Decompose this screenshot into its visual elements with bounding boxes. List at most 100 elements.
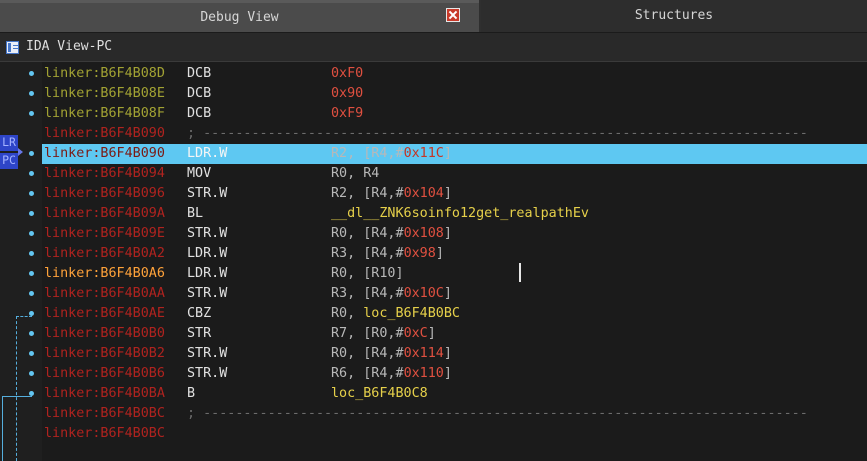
disasm-line[interactable]: linker:B6F4B08D DCB 0xF0 bbox=[0, 64, 867, 84]
tab-structures[interactable]: Structures bbox=[481, 0, 867, 32]
separator-comment: ; --------------------------------------… bbox=[187, 126, 808, 141]
breakpoint-dot-icon[interactable] bbox=[29, 351, 34, 356]
instruction-mnemonic: B bbox=[187, 386, 196, 401]
instruction-mnemonic: STR bbox=[187, 326, 212, 341]
operand-symbol[interactable]: loc_B6F4B0BC bbox=[363, 306, 460, 321]
line-address: linker:B6F4B0BC bbox=[44, 426, 165, 441]
line-address: linker:B6F4B096 bbox=[44, 186, 165, 201]
instruction-mnemonic: LDR.W bbox=[187, 266, 228, 281]
breakpoint-dot-icon[interactable] bbox=[29, 311, 34, 316]
line-address: linker:B6F4B090 bbox=[44, 126, 165, 141]
breakpoint-dot-icon[interactable] bbox=[29, 271, 34, 276]
ida-view-icon bbox=[6, 41, 19, 54]
breakpoint-dot-icon[interactable] bbox=[29, 151, 34, 156]
operand-text: R7, [R0,# bbox=[331, 326, 404, 341]
instruction-mnemonic: MOV bbox=[187, 166, 212, 181]
breakpoint-dot-icon[interactable] bbox=[29, 391, 34, 396]
operand-symbol[interactable]: __dl__ZNK6soinfo12get_realpathEv bbox=[331, 206, 589, 221]
disasm-line[interactable]: linker:B6F4B0B0 STR R7, [R0,#0xC] bbox=[0, 324, 867, 344]
close-icon[interactable] bbox=[446, 8, 460, 22]
tab-debug-view[interactable]: Debug View bbox=[0, 0, 479, 32]
instruction-mnemonic: CBZ bbox=[187, 306, 212, 321]
disasm-line[interactable]: linker:B6F4B0AE CBZ R0, loc_B6F4B0BC bbox=[0, 304, 867, 324]
operand-text: R0, bbox=[331, 306, 364, 321]
operand-text: R3, [R4,# bbox=[331, 246, 404, 261]
disasm-line[interactable]: linker:B6F4B090 ; -----------------------… bbox=[0, 124, 867, 144]
disasm-line[interactable]: linker:B6F4B0AA STR.W R3, [R4,#0x10C] bbox=[0, 284, 867, 304]
disasm-line[interactable]: linker:B6F4B08F DCB 0xF9 bbox=[0, 104, 867, 124]
disasm-line[interactable]: linker:B6F4B0BA Bloc_B6F4B0C8 bbox=[0, 384, 867, 404]
operand-immediate: 0x98 bbox=[403, 246, 436, 261]
line-address: linker:B6F4B0B6 bbox=[44, 366, 165, 381]
instruction-operands: R3, [R4,#0x10C] bbox=[331, 284, 452, 304]
operand-text: R2, [R4,# bbox=[331, 146, 404, 161]
instruction-operands: R2, [R4,#0x11C] bbox=[331, 144, 452, 164]
operand-text: ] bbox=[443, 226, 452, 241]
instruction-mnemonic: STR.W bbox=[187, 226, 228, 241]
operand-symbol[interactable]: loc_B6F4B0C8 bbox=[331, 386, 428, 401]
breakpoint-dot-icon[interactable] bbox=[29, 371, 34, 376]
breakpoint-dot-icon[interactable] bbox=[29, 331, 34, 336]
line-address: linker:B6F4B0BC bbox=[44, 406, 165, 421]
line-address: linker:B6F4B0B0 bbox=[44, 326, 165, 341]
breakpoint-dot-icon[interactable] bbox=[29, 171, 34, 176]
disasm-line[interactable]: linker:B6F4B090 LDR.W R2, [R4,#0x11C] bbox=[0, 144, 867, 164]
operand-text: R2, [R4,# bbox=[331, 186, 404, 201]
operand-immediate: 0x11C bbox=[403, 146, 444, 161]
breakpoint-dot-icon[interactable] bbox=[29, 111, 34, 116]
instruction-mnemonic: STR.W bbox=[187, 366, 228, 381]
breakpoint-dot-icon[interactable] bbox=[29, 71, 34, 76]
disasm-line[interactable]: linker:B6F4B0BC ; -----------------------… bbox=[0, 404, 867, 424]
instruction-mnemonic: STR.W bbox=[187, 346, 228, 361]
instruction-operands: R6, [R4,#0x110] bbox=[331, 364, 452, 384]
operand-immediate: 0xC bbox=[403, 326, 428, 341]
disassembly-view[interactable]: LR PC linker:B6F4B08D DCB 0xF0 linker:B6F4B… bbox=[0, 62, 867, 461]
line-address: linker:B6F4B09E bbox=[44, 226, 165, 241]
disasm-line[interactable]: linker:B6F4B0B6 STR.W R6, [R4,#0x110] bbox=[0, 364, 867, 384]
instruction-mnemonic: LDR.W bbox=[187, 146, 228, 161]
operand-text: ] bbox=[427, 326, 436, 341]
line-address: linker:B6F4B094 bbox=[44, 166, 165, 181]
operand-text: R6, [R4,# bbox=[331, 366, 404, 381]
line-address: linker:B6F4B0A2 bbox=[44, 246, 165, 261]
disasm-line[interactable]: linker:B6F4B09A BL __dl__ZNK6soinfo12get_r… bbox=[0, 204, 867, 224]
operand-text: ] bbox=[443, 146, 452, 161]
disasm-line[interactable]: linker:B6F4B0A2 LDR.W R3, [R4,#0x98] bbox=[0, 244, 867, 264]
instruction-operands: __dl__ZNK6soinfo12get_realpathEv bbox=[331, 204, 589, 224]
operand-text: ] bbox=[443, 286, 452, 301]
operand-text: R0, [R10] bbox=[331, 266, 404, 281]
disasm-line[interactable]: linker:B6F4B0BC bbox=[0, 424, 867, 444]
instruction-operands: 0xF0 bbox=[331, 64, 363, 84]
disasm-line[interactable]: linker:B6F4B08E DCB 0x90 bbox=[0, 84, 867, 104]
breakpoint-dot-icon[interactable] bbox=[29, 211, 34, 216]
breakpoint-dot-icon[interactable] bbox=[29, 291, 34, 296]
instruction-operands: R0, [R4,#0x114] bbox=[331, 344, 452, 364]
instruction-mnemonic: DCB bbox=[187, 86, 212, 101]
instruction-mnemonic: LDR.W bbox=[187, 246, 228, 261]
tab-structures-label: Structures bbox=[634, 8, 714, 23]
instruction-operands: R0, loc_B6F4B0BC bbox=[331, 304, 460, 324]
instruction-operands: R0, [R4,#0x108] bbox=[331, 224, 452, 244]
operand-immediate: 0x110 bbox=[403, 366, 444, 381]
breakpoint-dot-icon[interactable] bbox=[29, 91, 34, 96]
disasm-line[interactable]: linker:B6F4B094 MOV R0, R4 bbox=[0, 164, 867, 184]
disasm-line[interactable]: linker:B6F4B09E STR.W R0, [R4,#0x108] bbox=[0, 224, 867, 244]
breakpoint-dot-icon[interactable] bbox=[29, 191, 34, 196]
instruction-operands: R3, [R4,#0x98] bbox=[331, 244, 444, 264]
line-address: linker:B6F4B09A bbox=[44, 206, 165, 221]
instruction-mnemonic: STR.W bbox=[187, 186, 228, 201]
operand-immediate: 0xF0 bbox=[331, 66, 364, 81]
operand-text: ] bbox=[443, 366, 452, 381]
disasm-line[interactable]: linker:B6F4B0A6 LDR.W R0, [R10] bbox=[0, 264, 867, 284]
disasm-line[interactable]: linker:B6F4B096 STR.W R2, [R4,#0x104] bbox=[0, 184, 867, 204]
line-address: linker:B6F4B08E bbox=[44, 86, 165, 101]
breakpoint-dot-icon[interactable] bbox=[29, 231, 34, 236]
operand-text: R0, [R4,# bbox=[331, 346, 404, 361]
instruction-mnemonic: STR.W bbox=[187, 286, 228, 301]
disasm-line[interactable]: linker:B6F4B0B2 STR.W R0, [R4,#0x114] bbox=[0, 344, 867, 364]
instruction-operands: R7, [R0,#0xC] bbox=[331, 324, 436, 344]
operand-immediate: 0xF9 bbox=[331, 106, 364, 121]
instruction-mnemonic: DCB bbox=[187, 106, 212, 121]
breakpoint-dot-icon[interactable] bbox=[29, 251, 34, 256]
view-header: IDA View-PC bbox=[0, 33, 867, 62]
